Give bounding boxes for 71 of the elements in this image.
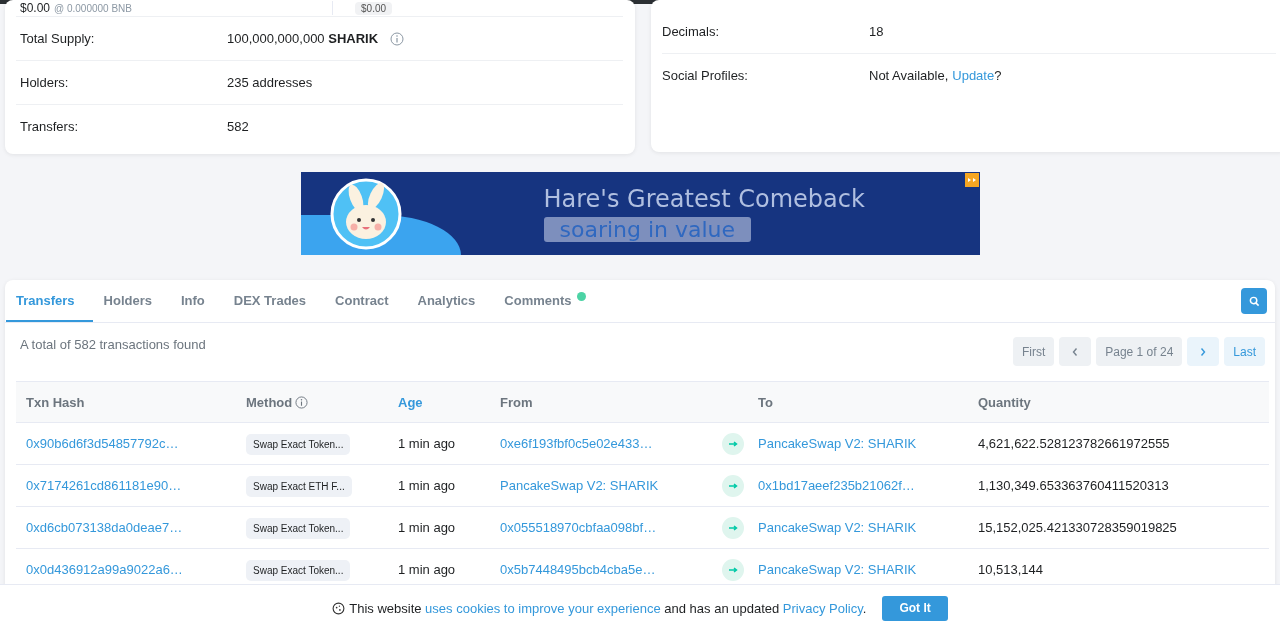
column-header: Method	[246, 394, 293, 410]
field-label: Total Supply:	[20, 31, 96, 46]
quantity-cell-text: 4,621,622.528123782661972555	[978, 436, 1171, 451]
age-cell-text: 1 min ago	[398, 562, 457, 577]
to-address-link[interactable]: 0x1bd17aeef235b21062f…	[758, 478, 915, 493]
question-mark: ?	[994, 68, 1002, 83]
info-icon[interactable]	[295, 395, 309, 409]
method-badge: Swap Exact ETH F...	[246, 476, 352, 497]
field-label: Decimals:	[662, 24, 721, 39]
column-header[interactable]: Age	[398, 394, 423, 410]
age-cell-text: 1 min ago	[398, 436, 457, 451]
method-badge: Swap Exact Token...	[246, 560, 351, 581]
cookie-message: This website uses cookies to improve your experience and has an updated Privacy Policy.	[349, 600, 867, 616]
banner-tagline: soaring in value	[543, 217, 752, 242]
field-label: Holders:	[20, 75, 70, 90]
update-link[interactable]: Update	[952, 68, 995, 83]
rate-text: @ 0.000000 BNB	[54, 2, 132, 14]
tab[interactable]: Holders	[93, 280, 170, 322]
column-header: To	[758, 394, 773, 410]
method-badge: Swap Exact Token...	[246, 434, 351, 455]
quantity-cell-text: 15,152,025.421330728359019825	[978, 520, 1178, 535]
search-icon	[1248, 295, 1260, 307]
quantity-cell-text: 1,130,349.653363760411520313	[978, 478, 1170, 493]
column-header: From	[500, 394, 533, 410]
to-address-link[interactable]: PancakeSwap V2: SHARIK	[758, 436, 917, 451]
tab[interactable]: Analytics	[407, 280, 494, 322]
to-address-link[interactable]: PancakeSwap V2: SHARIK	[758, 520, 917, 535]
to-address-link[interactable]: PancakeSwap V2: SHARIK	[758, 562, 917, 577]
quantity-cell-text: 10,513,144	[978, 562, 1045, 577]
got-it-button[interactable]: Got It	[882, 595, 948, 621]
price-badge: $0.00	[355, 1, 393, 15]
tab[interactable]: Info	[170, 280, 223, 322]
column-header: Txn Hash	[26, 394, 85, 410]
age-cell-text: 1 min ago	[398, 520, 457, 535]
field-label: Social Profiles:	[662, 68, 749, 83]
ad-icon[interactable]	[964, 173, 979, 187]
banner-headline: Hare's Greatest Comeback	[543, 185, 865, 213]
tab[interactable]: Comments	[494, 280, 590, 322]
page-indicator: Page 1 of 24	[1096, 337, 1183, 366]
field-value: 100,000,000,000 SHARIK	[227, 31, 379, 46]
cookie-icon	[332, 601, 346, 615]
from-address-link[interactable]: PancakeSwap V2: SHARIK	[500, 478, 659, 493]
txn-hash-link[interactable]: 0x90b6d6f3d54857792c…	[26, 436, 179, 451]
column-header: Quantity	[978, 394, 1031, 410]
rabbit-icon	[329, 177, 402, 250]
tab[interactable]: Contract	[325, 280, 407, 322]
privacy-policy-link[interactable]: Privacy Policy	[782, 600, 863, 616]
chevron-right-icon	[1199, 346, 1208, 357]
transactions-count: A total of 582 transactions found	[20, 337, 206, 352]
txn-hash-link[interactable]: 0xd6cb073138da0deae7…	[26, 520, 183, 535]
page-button[interactable]: Last	[1224, 337, 1265, 366]
chevron-left-icon	[1071, 346, 1080, 357]
method-badge: Swap Exact Token...	[246, 518, 351, 539]
ad-banner[interactable]: Hare's Greatest Comeback soaring in value	[300, 172, 980, 255]
price-text: $0.00	[20, 1, 51, 15]
field-value: Not Available,	[869, 68, 949, 83]
txn-hash-link[interactable]: 0x7174261cd861181e90…	[26, 478, 182, 493]
txn-hash-link[interactable]: 0x0d436912a99a9022a6…	[26, 562, 183, 577]
cookies-link[interactable]: uses cookies to improve your experience	[425, 600, 661, 616]
field-value: 235 addresses	[227, 75, 313, 90]
field-value: 582	[227, 119, 249, 134]
field-value: 18	[869, 24, 884, 39]
from-address-link[interactable]: 0xe6f193fbf0c5e02e433…	[500, 436, 653, 451]
search-button[interactable]	[1241, 288, 1267, 314]
from-address-link[interactable]: 0x5b7448495bcb4cba5e…	[500, 562, 656, 577]
tab[interactable]: Transfers	[6, 280, 93, 322]
age-cell-text: 1 min ago	[398, 478, 457, 493]
info-icon[interactable]	[390, 31, 405, 46]
from-address-link[interactable]: 0x055518970cbfaa098bf…	[500, 520, 657, 535]
tab[interactable]: DEX Trades	[223, 280, 325, 322]
field-label: Transfers:	[20, 119, 80, 134]
